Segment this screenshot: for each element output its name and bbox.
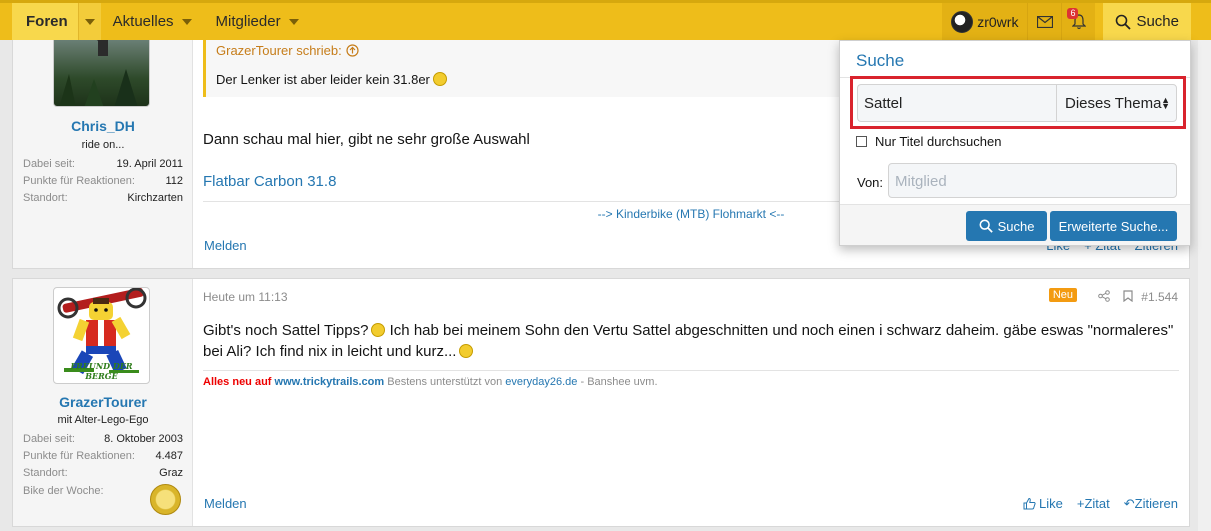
signature-divider bbox=[203, 370, 1179, 371]
advanced-search-button[interactable]: Erweiterte Suche... bbox=[1050, 211, 1177, 241]
search-icon bbox=[979, 219, 993, 233]
scrollbar[interactable] bbox=[1198, 40, 1211, 531]
post-body: Dann schau mal hier, gibt ne sehr große … bbox=[203, 131, 530, 148]
signature-link[interactable]: everyday26.de bbox=[505, 376, 577, 388]
tab-news[interactable]: Aktuelles bbox=[101, 3, 204, 40]
member-input[interactable]: Mitglied bbox=[888, 163, 1177, 198]
search-input[interactable]: Sattel bbox=[857, 84, 1056, 122]
search-dropdown: Suche Sattel Dieses Thema ▲ ▼ Nur Titel d… bbox=[839, 40, 1191, 246]
avatar[interactable]: FREUND DER BERGE bbox=[53, 287, 150, 384]
post-actions: Like +Zitat ↶Zitieren bbox=[1023, 496, 1178, 512]
message-content: Heute um 11:13 Neu #1.544 Gibt's noch Sa… bbox=[193, 279, 1189, 526]
username-link[interactable]: GrazerTourer bbox=[13, 394, 193, 410]
arrow-up-circle-icon bbox=[346, 44, 359, 57]
report-link[interactable]: Melden bbox=[204, 496, 247, 511]
alerts-badge: 6 bbox=[1067, 8, 1079, 19]
search-icon bbox=[1116, 14, 1132, 30]
top-navigation: Foren Aktuelles Mitglieder zr0wrk 6 Such… bbox=[0, 0, 1211, 40]
search-submit-button[interactable]: Suche bbox=[966, 211, 1047, 241]
avatar-caption: FREUND DER BERGE bbox=[70, 361, 133, 381]
tab-forums[interactable]: Foren bbox=[12, 3, 101, 40]
smile-emoji-icon bbox=[371, 323, 386, 337]
bookmark-icon[interactable] bbox=[1123, 290, 1133, 302]
quote-author-link[interactable]: GrazerTourer schrieb: bbox=[216, 43, 359, 58]
envelope-icon bbox=[1036, 15, 1053, 28]
reply-button[interactable]: +Zitat bbox=[1077, 496, 1110, 512]
tab-forums-dropdown[interactable] bbox=[77, 3, 101, 40]
user-stat-location: Standort: Graz bbox=[23, 467, 183, 479]
signature-link[interactable]: www.trickytrails.com bbox=[275, 376, 385, 388]
post-body: Gibt's noch Sattel Tipps? Ich hab bei me… bbox=[203, 322, 1174, 360]
smile-emoji-icon bbox=[459, 344, 474, 358]
titles-only-checkbox[interactable] bbox=[856, 136, 867, 147]
report-link[interactable]: Melden bbox=[204, 238, 247, 253]
account-menu[interactable]: zr0wrk bbox=[942, 3, 1028, 40]
message-user-sidebar: Chris_DH ride on... Dabei seit: 19. April… bbox=[13, 13, 193, 268]
user-stat-reactions: Punkte für Reaktionen: 112 bbox=[23, 175, 183, 187]
frown-emoji-icon bbox=[432, 72, 447, 86]
share-icon[interactable] bbox=[1098, 290, 1110, 302]
reply-arrow-icon: ↶ bbox=[1123, 496, 1135, 511]
message-user-sidebar: FREUND DER BERGE GrazerTourer mit Alter-… bbox=[13, 279, 193, 526]
post-link[interactable]: Flatbar Carbon 31.8 bbox=[203, 171, 336, 192]
new-badge: Neu bbox=[1048, 288, 1077, 302]
username-link[interactable]: Chris_DH bbox=[13, 118, 193, 134]
signature: Alles neu auf www.trickytrails.com Beste… bbox=[203, 376, 658, 388]
member-label: Von: bbox=[857, 175, 884, 190]
select-arrows-icon: ▲ ▼ bbox=[1161, 95, 1170, 111]
chevron-down-icon bbox=[84, 18, 95, 25]
thumbs-up-icon bbox=[1023, 497, 1036, 510]
chevron-down-icon bbox=[181, 18, 192, 25]
user-stat-reactions: Punkte für Reaktionen: 4.487 bbox=[23, 450, 183, 462]
user-title: ride on... bbox=[81, 139, 125, 151]
bike-of-week-badge-icon bbox=[150, 484, 181, 515]
post-time[interactable]: Heute um 11:13 bbox=[203, 290, 288, 304]
post: FREUND DER BERGE GrazerTourer mit Alter-… bbox=[12, 278, 1190, 527]
chevron-down-icon bbox=[288, 18, 299, 25]
post-number[interactable]: #1.544 bbox=[1141, 290, 1178, 304]
user-stat-location: Standort: Kirchzarten bbox=[23, 192, 183, 204]
search-dropdown-footer: Suche Erweiterte Suche... bbox=[840, 204, 1190, 245]
username: zr0wrk bbox=[977, 13, 1019, 30]
search-dropdown-title: Suche bbox=[856, 51, 905, 70]
alerts-button[interactable]: 6 bbox=[1061, 3, 1096, 40]
quote-button[interactable]: ↶Zitieren bbox=[1124, 496, 1178, 512]
tab-members[interactable]: Mitglieder bbox=[204, 3, 311, 40]
inbox-button[interactable] bbox=[1027, 3, 1062, 40]
user-stat-joined: Dabei seit: 8. Oktober 2003 bbox=[23, 433, 183, 445]
user-title: mit Alter-Lego-Ego bbox=[57, 414, 149, 426]
search-button[interactable]: Suche bbox=[1103, 3, 1191, 40]
search-scope-select[interactable]: Dieses Thema ▲ ▼ bbox=[1056, 84, 1177, 122]
like-button[interactable]: Like bbox=[1023, 496, 1063, 512]
user-stat-joined: Dabei seit: 19. April 2011 bbox=[23, 158, 183, 170]
avatar bbox=[951, 10, 974, 33]
titles-only-label[interactable]: Nur Titel durchsuchen bbox=[875, 134, 1001, 149]
quote-text: Der Lenker ist aber leider kein 31.8er bbox=[216, 72, 447, 87]
